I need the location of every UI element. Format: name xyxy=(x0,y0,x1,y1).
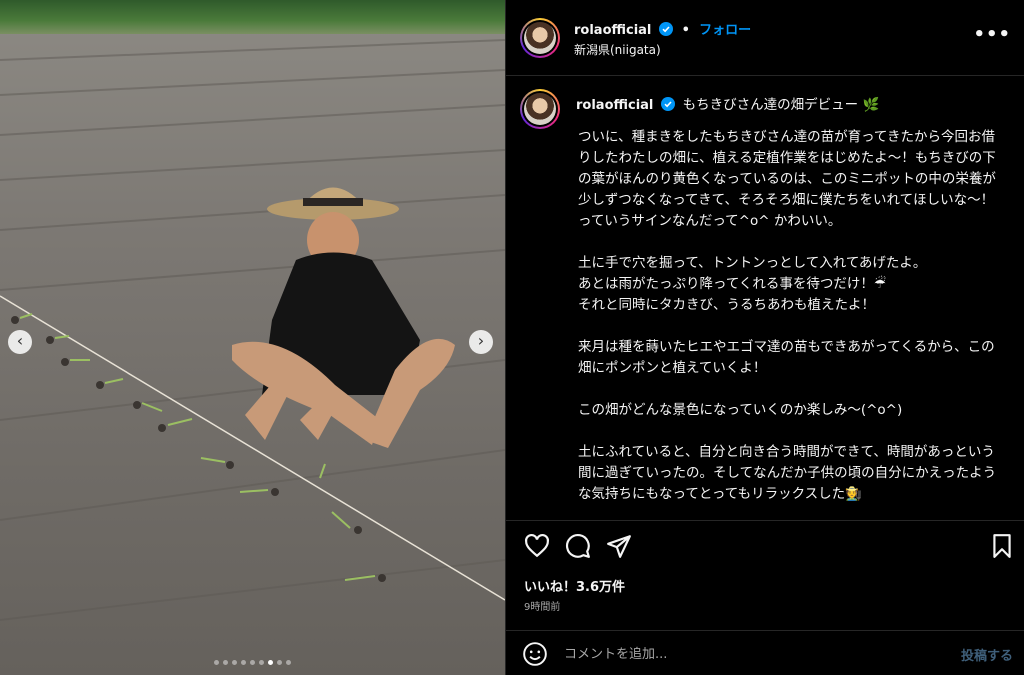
action-bar xyxy=(506,520,1024,570)
caption-avatar[interactable] xyxy=(520,89,560,129)
carousel-dot xyxy=(223,660,228,665)
comment-icon[interactable] xyxy=(565,533,591,559)
username-link[interactable]: rolaofficial xyxy=(574,23,651,38)
previous-slide-button[interactable]: ‹ xyxy=(8,330,32,354)
post-timestamp[interactable]: 9時間前 xyxy=(524,598,560,613)
comment-bar: 投稿する xyxy=(506,630,1024,675)
carousel-dot xyxy=(232,660,237,665)
verified-badge-icon xyxy=(660,97,675,111)
carousel-dot xyxy=(241,660,246,665)
caption-text: ついに、種まきをしたもちきびさん達の苗が育ってきたから今回お借りしたわたしの畑に… xyxy=(578,129,997,502)
verified-badge-icon xyxy=(658,22,673,36)
separator: • xyxy=(681,23,690,38)
emoji-icon[interactable] xyxy=(522,641,548,667)
avatar[interactable] xyxy=(520,18,560,58)
carousel-dot xyxy=(277,660,282,665)
location-link[interactable]: 新潟県(niigata) xyxy=(574,41,661,58)
share-icon[interactable] xyxy=(606,533,632,559)
caption-area[interactable]: rolaofficial もちきびさん達の畑デビュー 🌿 ついに、種まきをしたも… xyxy=(506,77,1024,517)
follow-button[interactable]: フォロー xyxy=(699,23,751,38)
carousel-dot xyxy=(214,660,219,665)
header-user-line: rolaofficial • フォロー xyxy=(574,19,751,38)
field-photo xyxy=(0,39,505,621)
heart-icon[interactable] xyxy=(524,533,550,559)
likes-count[interactable]: いいね！3.6万件 xyxy=(524,576,625,595)
next-slide-button[interactable]: › xyxy=(469,330,493,354)
comment-input[interactable] xyxy=(564,643,924,665)
carousel-dot xyxy=(286,660,291,665)
bookmark-icon[interactable] xyxy=(989,533,1015,559)
carousel-indicator xyxy=(0,660,505,665)
post-header: rolaofficial • フォロー 新潟県(niigata) ••• xyxy=(506,0,1024,76)
carousel-dot xyxy=(250,660,255,665)
carousel-dot xyxy=(259,660,264,665)
post-panel: rolaofficial • フォロー 新潟県(niigata) ••• rol… xyxy=(505,0,1024,675)
caption-username-link[interactable]: rolaofficial xyxy=(576,98,653,113)
carousel-dot xyxy=(268,660,273,665)
more-options-button[interactable]: ••• xyxy=(973,24,1011,45)
post-comment-button[interactable]: 投稿する xyxy=(961,645,1013,664)
post-media[interactable]: ‹ › xyxy=(0,0,505,675)
caption-title: もちきびさん達の畑デビュー 🌿 xyxy=(682,97,880,113)
caption-header: rolaofficial もちきびさん達の畑デビュー 🌿 xyxy=(576,93,879,113)
